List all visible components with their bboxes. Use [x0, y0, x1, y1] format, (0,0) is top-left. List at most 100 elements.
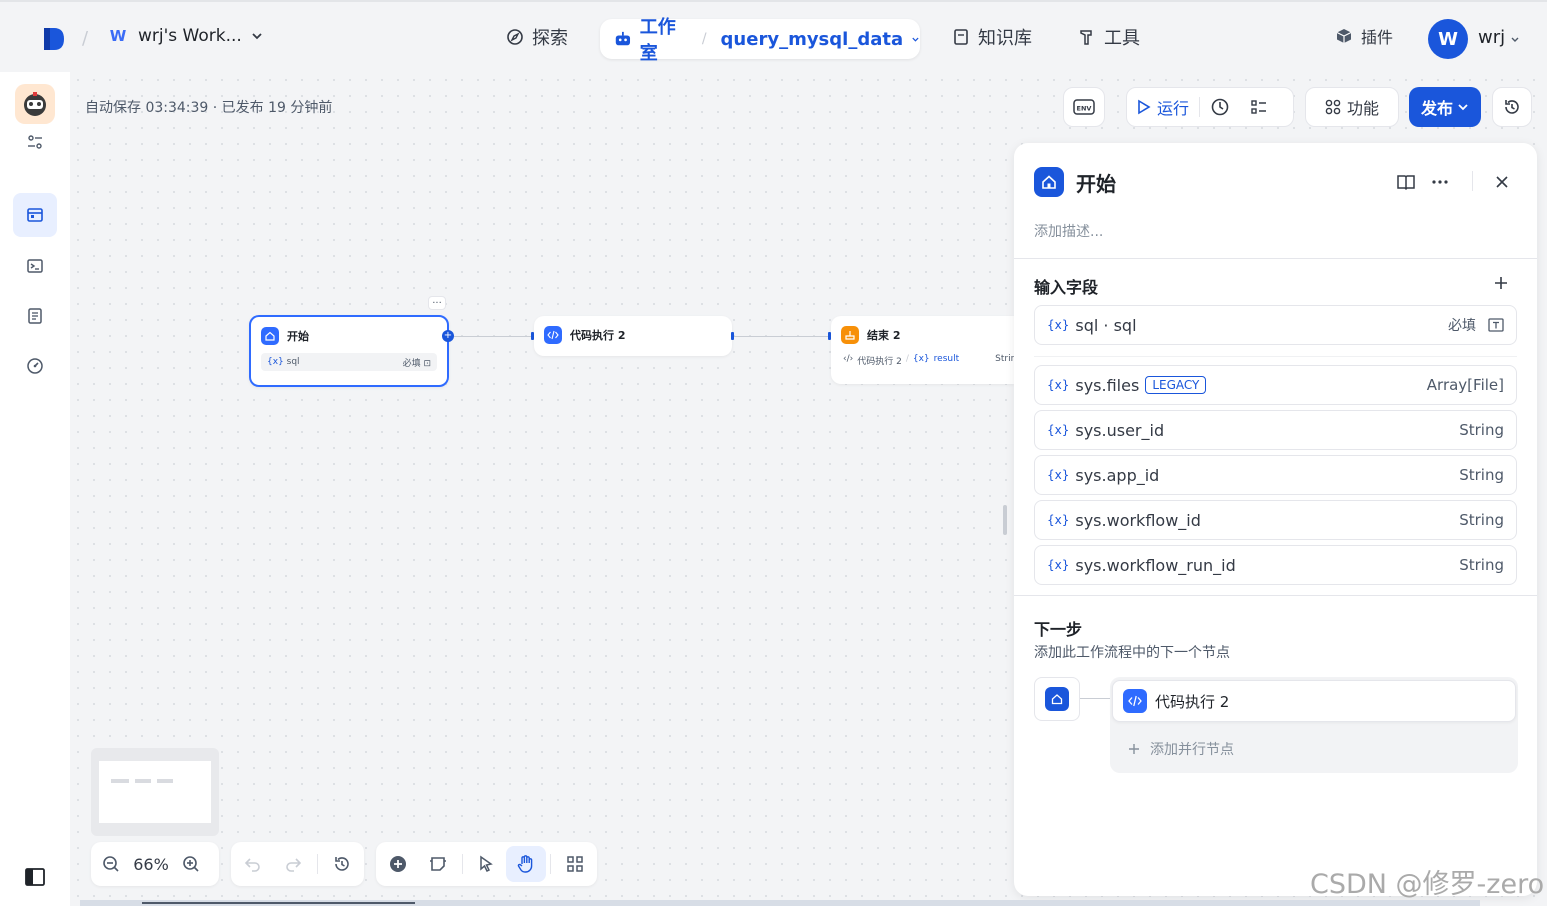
canvas-tools	[376, 842, 597, 886]
undo-button[interactable]	[233, 846, 273, 882]
workspace-switcher[interactable]: W wrj's Work...	[106, 24, 264, 48]
panel-title[interactable]: 开始	[1076, 168, 1116, 197]
divider	[317, 854, 318, 874]
nav-plugins[interactable]: 插件	[1335, 24, 1393, 48]
compass-icon	[507, 29, 523, 45]
panel-resize-handle[interactable]	[1003, 505, 1007, 535]
rail-monitoring[interactable]	[13, 344, 57, 388]
run-history-button[interactable]	[1200, 88, 1240, 126]
minimap[interactable]	[91, 748, 219, 836]
divider	[1014, 258, 1537, 259]
history-button[interactable]	[322, 846, 362, 882]
publish-button[interactable]: 发布	[1409, 87, 1481, 127]
next-connector	[1080, 698, 1110, 699]
add-input-field-button[interactable]	[1492, 274, 1510, 296]
start-node-title: 开始	[287, 330, 309, 343]
run-label: 运行	[1157, 99, 1190, 118]
checklist-button[interactable]	[1240, 88, 1278, 126]
svg-text:ENV: ENV	[1077, 105, 1092, 113]
divider	[1014, 595, 1537, 596]
add-node-button[interactable]	[378, 846, 418, 882]
chevron-down-icon	[1458, 104, 1468, 111]
collapse-sidebar-button[interactable]	[25, 868, 45, 890]
nav-knowledge[interactable]: 知识库	[952, 24, 1032, 50]
zoom-out-button[interactable]	[91, 846, 131, 882]
input-field-sys-user-id[interactable]: {x} sys.user_id String	[1034, 410, 1517, 450]
features-button[interactable]: 功能	[1305, 87, 1399, 127]
plus-icon	[1129, 744, 1139, 754]
document-icon	[28, 308, 42, 324]
input-field-sys-app-id[interactable]: {x} sys.app_id String	[1034, 455, 1517, 495]
pointer-mode-button[interactable]	[467, 846, 507, 882]
run-button[interactable]: 运行	[1127, 88, 1199, 126]
app-avatar[interactable]	[15, 84, 55, 124]
input-field-sys-workflow-run-id[interactable]: {x} sys.workflow_run_id String	[1034, 545, 1517, 585]
avatar[interactable]: W	[1428, 19, 1468, 59]
workspace-name: wrj's Work...	[138, 26, 242, 46]
next-node-card[interactable]: 代码执行 2	[1112, 680, 1516, 722]
field-name: sys.files	[1075, 375, 1140, 395]
variable-icon: {x}	[1047, 378, 1070, 392]
variable-icon: {x}	[1047, 468, 1070, 482]
rail-logs[interactable]	[13, 294, 57, 338]
watermark: CSDN @修罗-zero	[1310, 869, 1545, 900]
version-history-button[interactable]	[1492, 87, 1532, 127]
nav-plugins-label: 插件	[1361, 28, 1394, 47]
add-note-button[interactable]	[418, 846, 458, 882]
start-node[interactable]: 开始 {x} sql 必填 ⊡	[249, 315, 449, 387]
variable-icon: {x}	[1047, 513, 1070, 527]
logo-icon[interactable]	[42, 26, 66, 52]
code-node[interactable]: 代码执行 2	[534, 316, 732, 356]
run-group: 运行	[1126, 87, 1294, 127]
end-node-output-type: String	[995, 354, 1014, 364]
clock-play-icon	[1211, 98, 1229, 116]
input-field-sql[interactable]: {x} sql · sql 必填	[1034, 305, 1517, 345]
hammer-icon	[1080, 30, 1092, 45]
rail-settings[interactable]	[13, 120, 57, 164]
nav-tools[interactable]: 工具	[1078, 24, 1140, 50]
close-panel-button[interactable]	[1492, 172, 1512, 196]
gauge-icon	[27, 358, 43, 374]
input-field-sys-files[interactable]: {x} sys.files LEGACY Array[File]	[1034, 365, 1517, 405]
more-button[interactable]	[1430, 172, 1450, 196]
scrollbar-thumb[interactable]	[142, 902, 415, 904]
description-input[interactable]: 添加描述...	[1034, 221, 1103, 241]
field-required: 必填	[1448, 318, 1476, 334]
play-icon	[1138, 99, 1151, 115]
add-node-handle[interactable]: +	[442, 330, 454, 342]
rail-api[interactable]	[13, 244, 57, 288]
chevron-down-icon[interactable]	[1510, 34, 1520, 44]
env-button[interactable]: ENV	[1063, 87, 1105, 127]
hand-mode-button[interactable]	[506, 846, 547, 882]
field-name: sys.workflow_run_id	[1075, 555, 1236, 575]
home-icon	[1045, 687, 1069, 711]
rail-orchestrate[interactable]	[13, 193, 57, 237]
field-type: String	[1459, 421, 1504, 439]
legacy-badge: LEGACY	[1145, 376, 1207, 394]
autosave-status: 自动保存 03:34:39 · 已发布 19 分钟前	[85, 100, 333, 116]
variable-icon: {x}	[1047, 558, 1070, 572]
user-name[interactable]: wrj	[1478, 27, 1505, 48]
zoom-in-button[interactable]	[171, 846, 211, 882]
next-step-description: 添加此工作流程中的下一个节点	[1034, 645, 1230, 661]
nav-explore-label: 探索	[532, 28, 568, 49]
workflow-icon	[27, 208, 43, 222]
variable-icon: {x}	[912, 354, 930, 364]
redo-button[interactable]	[273, 846, 313, 882]
organize-button[interactable]	[555, 846, 595, 882]
node-more-button[interactable]: ...	[428, 296, 446, 310]
edge-start-code	[454, 336, 534, 337]
help-button[interactable]	[1396, 172, 1416, 196]
nav-explore[interactable]: 探索	[506, 24, 568, 50]
studio-tab[interactable]: 工作室 / query_mysql_data	[600, 17, 920, 64]
input-field-sys-workflow-id[interactable]: {x} sys.workflow_id String	[1034, 500, 1517, 540]
end-node-header: 结束 2	[831, 316, 1014, 344]
redo-icon	[286, 858, 302, 872]
add-parallel-node-button[interactable]: 添加并行节点	[1128, 739, 1234, 759]
start-node-field-name: sql	[286, 357, 300, 367]
top-bar: / W wrj's Work... 探索 工作室 / query_mysql_d…	[0, 0, 1547, 72]
zoom-level[interactable]: 66%	[131, 855, 171, 874]
terminal-icon	[27, 259, 43, 273]
app-name[interactable]: query_mysql_data	[721, 29, 904, 50]
end-node[interactable]: 结束 2 ‹/›代码执行 2 / {x} result String	[831, 316, 1014, 384]
